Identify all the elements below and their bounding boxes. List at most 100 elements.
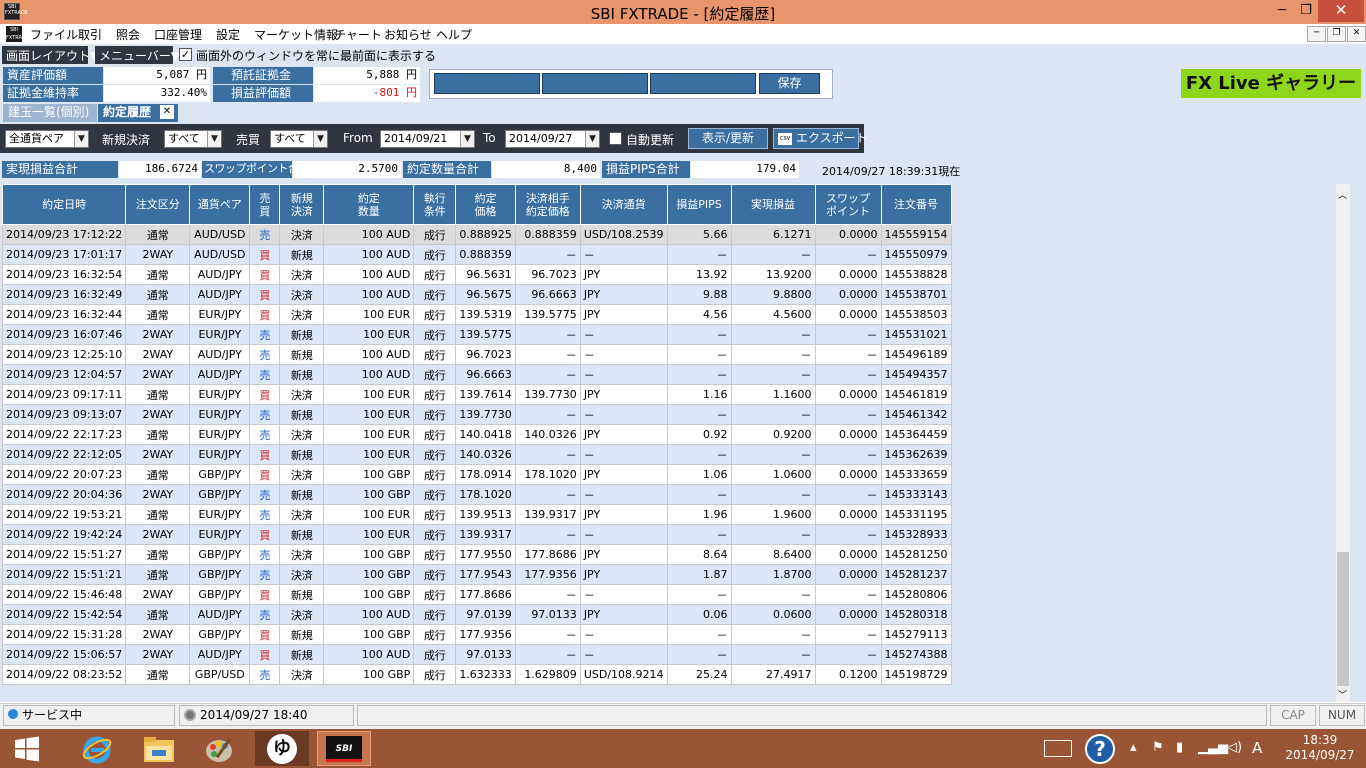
menu-chart[interactable]: チャート: [334, 26, 382, 43]
table-row[interactable]: 2014/09/22 08:23:52 通常 GBP/USD 売決済 100 GBP 成行…: [1, 664, 952, 685]
mdi-restore-button[interactable]: ❐: [1327, 26, 1346, 42]
table-body: 2014/09/23 17:12:22 通常 AUD/USD 売決済 100 AUD 成行…: [1, 224, 952, 685]
table-row[interactable]: 2014/09/22 19:53:21 通常 EUR/JPY 売決済 100 EUR 成行…: [1, 504, 952, 525]
table-row[interactable]: 2014/09/22 15:31:28 2WAY GBP/JPY 買新規 100 GBP…: [1, 624, 952, 645]
close-button[interactable]: ✕: [1318, 0, 1364, 22]
new-settle-select[interactable]: すべて ▼: [164, 130, 222, 148]
ime-indicator[interactable]: A: [1252, 739, 1262, 757]
table-cell: EUR/JPY: [189, 524, 251, 545]
column-header[interactable]: 実現損益: [730, 184, 816, 225]
table-row[interactable]: 2014/09/22 22:17:23 通常 EUR/JPY 売決済 100 EUR 成行…: [1, 424, 952, 445]
tab-close-icon[interactable]: ✕: [160, 105, 174, 119]
column-header[interactable]: 新規 決済: [279, 184, 325, 225]
layout-dropdown-button[interactable]: 画面レイアウト▼: [2, 46, 99, 64]
help-icon[interactable]: ?: [1085, 734, 1115, 764]
quick-button-3[interactable]: [650, 73, 756, 94]
column-header[interactable]: 決済相手 約定価格: [514, 184, 581, 225]
column-header[interactable]: 約定日時: [1, 184, 127, 225]
keyboard-icon[interactable]: [1044, 740, 1072, 757]
table-cell: 成行: [413, 644, 457, 665]
table-row[interactable]: 2014/09/23 09:13:07 2WAY EUR/JPY 売新規 100 EUR…: [1, 404, 952, 425]
column-header[interactable]: 決済通貨: [579, 184, 668, 225]
explorer-taskbar-button[interactable]: [132, 731, 186, 766]
paint-taskbar-button[interactable]: [193, 731, 247, 766]
sbi-fxtrade-taskbar-button[interactable]: SBI: [317, 731, 371, 766]
always-on-top-checkbox[interactable]: ✓: [179, 48, 192, 61]
menu-help[interactable]: ヘルプ: [436, 26, 472, 43]
flag-icon[interactable]: ⚑: [1152, 740, 1164, 755]
yu-taskbar-button[interactable]: ゆ: [255, 731, 309, 766]
table-row[interactable]: 2014/09/22 15:42:54 通常 AUD/JPY 売決済 100 AUD 成行…: [1, 604, 952, 625]
mdi-minimize-button[interactable]: ─: [1307, 26, 1326, 42]
maximize-button[interactable]: ❐: [1294, 0, 1318, 22]
refresh-button[interactable]: 表示/更新: [688, 128, 768, 149]
menu-notice[interactable]: お知らせ: [384, 26, 432, 43]
tab-execution-history[interactable]: 約定履歴 ✕: [98, 104, 178, 122]
minimize-button[interactable]: ─: [1270, 0, 1294, 22]
table-row[interactable]: 2014/09/22 15:51:27 通常 GBP/JPY 売決済 100 GBP 成行…: [1, 544, 952, 565]
show-hidden-icons[interactable]: ▴: [1130, 740, 1137, 755]
quick-button-1[interactable]: [434, 73, 540, 94]
app-menu-icon[interactable]: SBI FXTRADE: [6, 26, 29, 42]
table-row[interactable]: 2014/09/23 09:17:11 通常 EUR/JPY 買決済 100 EUR 成行…: [1, 384, 952, 405]
table-row[interactable]: 2014/09/22 20:07:23 通常 GBP/JPY 買決済 100 GBP 成行…: [1, 464, 952, 485]
table-cell: 2014/09/23 12:25:10: [1, 344, 127, 365]
network-icon[interactable]: ▁▃▅: [1198, 740, 1228, 755]
table-row[interactable]: 2014/09/23 12:25:10 2WAY AUD/JPY 売新規 100 AUD…: [1, 344, 952, 365]
ie-taskbar-button[interactable]: [70, 731, 124, 766]
volume-icon[interactable]: ◁): [1227, 740, 1242, 755]
menu-settings[interactable]: 設定: [216, 26, 240, 43]
menubar-dropdown-button[interactable]: メニューバー▼: [95, 46, 180, 64]
table-row[interactable]: 2014/09/22 15:06:57 2WAY AUD/JPY 買新規 100 AUD…: [1, 644, 952, 665]
table-cell: 145331195: [880, 504, 952, 525]
table-row[interactable]: 2014/09/23 16:32:54 通常 AUD/JPY 買決済 100 AUD 成行…: [1, 264, 952, 285]
column-header[interactable]: 注文区分: [125, 184, 191, 225]
column-header[interactable]: 売 買: [249, 184, 281, 225]
table-row[interactable]: 2014/09/23 16:07:46 2WAY EUR/JPY 売新規 100 EUR…: [1, 324, 952, 345]
to-date-select[interactable]: 2014/09/27 ▼: [505, 130, 600, 148]
table-cell: －: [666, 344, 732, 365]
export-button[interactable]: CSV エクスポート: [773, 128, 868, 149]
menu-inquiry[interactable]: 照会: [116, 26, 140, 43]
battery-icon[interactable]: ▮: [1176, 740, 1183, 755]
tab-positions[interactable]: 建玉一覧(個別): [3, 104, 97, 122]
fx-live-gallery-button[interactable]: FX Live ギャラリー: [1181, 69, 1361, 98]
table-row[interactable]: 2014/09/23 16:32:49 通常 AUD/JPY 買決済 100 AUD 成行…: [1, 284, 952, 305]
menu-file[interactable]: ファイル: [30, 26, 78, 43]
scroll-up-icon[interactable]: ︿: [1338, 188, 1347, 201]
table-cell: 通常: [125, 544, 191, 565]
column-header[interactable]: 損益PIPS: [666, 184, 732, 225]
mdi-close-button[interactable]: ✕: [1347, 26, 1366, 42]
table-row[interactable]: 2014/09/22 15:51:21 通常 GBP/JPY 売決済 100 GBP 成行…: [1, 564, 952, 585]
menu-market-info[interactable]: マーケット情報: [254, 26, 338, 43]
table-row[interactable]: 2014/09/22 22:12:05 2WAY EUR/JPY 買新規 100 EUR…: [1, 444, 952, 465]
scrollbar-thumb[interactable]: [1337, 552, 1349, 686]
taskbar-clock[interactable]: 18:39 2014/09/27: [1280, 733, 1360, 763]
table-row[interactable]: 2014/09/23 17:01:17 2WAY AUD/USD 買新規 100 AUD…: [1, 244, 952, 265]
table-cell: GBP/JPY: [189, 464, 251, 485]
table-row[interactable]: 2014/09/23 12:04:57 2WAY AUD/JPY 売新規 100 AUD…: [1, 364, 952, 385]
table-row[interactable]: 2014/09/22 20:04:36 2WAY GBP/JPY 売新規 100 GBP…: [1, 484, 952, 505]
quick-button-2[interactable]: [542, 73, 648, 94]
menu-trade[interactable]: 取引: [78, 26, 102, 43]
save-button[interactable]: 保存: [759, 73, 820, 94]
table-row[interactable]: 2014/09/22 19:42:24 2WAY EUR/JPY 買新規 100 EUR…: [1, 524, 952, 545]
column-header[interactable]: 通貨ペア: [189, 184, 251, 225]
table-row[interactable]: 2014/09/23 17:12:22 通常 AUD/USD 売決済 100 AUD 成行…: [1, 224, 952, 245]
column-header[interactable]: スワップ ポイント: [814, 184, 882, 225]
column-header[interactable]: 注文番号: [880, 184, 952, 225]
side-select[interactable]: すべて ▼: [270, 130, 328, 148]
scroll-down-icon[interactable]: ﹀: [1338, 688, 1347, 701]
column-header[interactable]: 約定 価格: [455, 184, 516, 225]
table-row[interactable]: 2014/09/23 16:32:44 通常 EUR/JPY 買決済 100 EUR 成行…: [1, 304, 952, 325]
start-button[interactable]: [0, 731, 54, 766]
table-row[interactable]: 2014/09/22 15:46:48 2WAY GBP/JPY 買新規 100 GBP…: [1, 584, 952, 605]
pair-select[interactable]: 全通貨ペア ▼: [5, 130, 89, 148]
table-cell: 2WAY: [125, 624, 191, 645]
auto-refresh-checkbox[interactable]: [609, 132, 622, 145]
side-label: 売買: [236, 133, 261, 147]
column-header[interactable]: 約定 数量: [323, 184, 415, 225]
column-header[interactable]: 執行 条件: [413, 184, 457, 225]
from-date-select[interactable]: 2014/09/21 ▼: [380, 130, 475, 148]
menu-account[interactable]: 口座管理: [154, 26, 202, 43]
